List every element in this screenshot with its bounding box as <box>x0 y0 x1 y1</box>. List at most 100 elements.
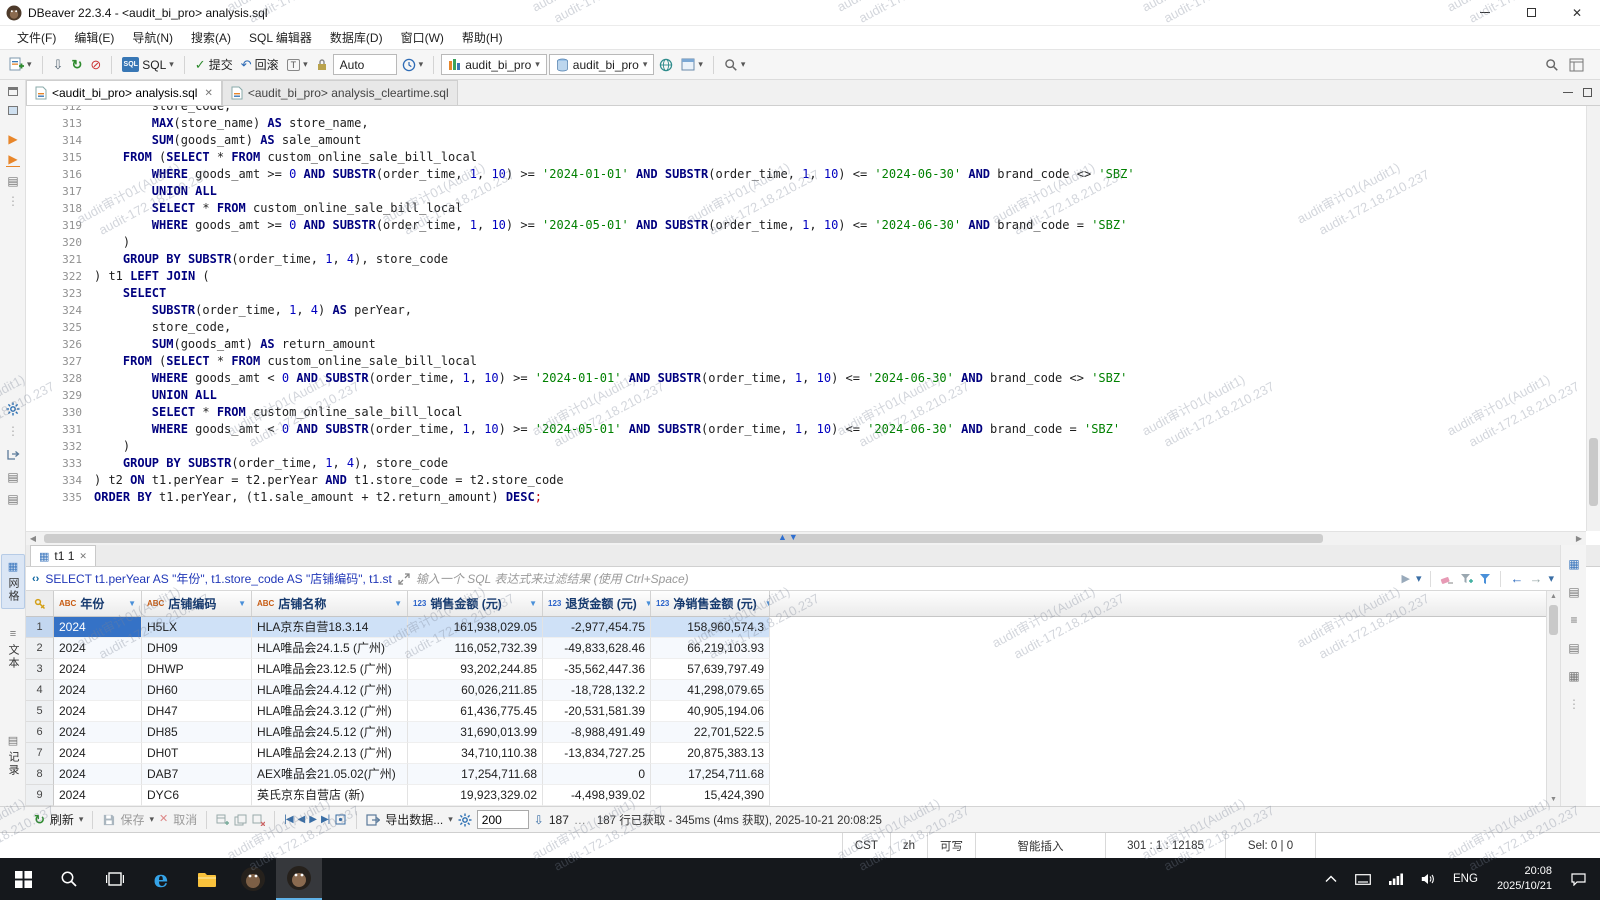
code-line[interactable]: 335 ORDER BY t1.perYear, (t1.sale_amount … <box>26 489 1586 506</box>
table-cell[interactable]: 2024 <box>54 764 142 785</box>
code-line[interactable]: 319 WHERE goods_amt >= 0 AND SUBSTR(orde… <box>26 217 1586 234</box>
table-cell[interactable]: -4,498,939.02 <box>543 785 651 806</box>
row-number[interactable]: 7 <box>26 743 54 764</box>
export-data-button[interactable]: 导出数据... <box>385 811 443 828</box>
write-mode-indicator[interactable]: 可写 <box>927 833 975 858</box>
chevron-down-icon[interactable]: ▾ <box>149 814 154 825</box>
code-line[interactable]: 323 SELECT <box>26 285 1586 302</box>
table-cell[interactable]: -13,834,727.25 <box>543 743 651 764</box>
column-dropdown-icon[interactable]: ▼ <box>761 599 769 608</box>
table-cell[interactable]: HLA唯品会24.1.5 (广州) <box>252 638 408 659</box>
action-center-button[interactable] <box>1562 858 1595 900</box>
code-line[interactable]: 333 GROUP BY SUBSTR(order_time, 1, 4), s… <box>26 455 1586 472</box>
first-row-button[interactable]: |◀ <box>284 814 293 825</box>
apply-filter-button[interactable]: ▶ <box>1401 572 1409 585</box>
code-line[interactable]: 318 SELECT * FROM custom_online_sale_bil… <box>26 200 1586 217</box>
code-line[interactable]: 320 ) <box>26 234 1586 251</box>
tray-expand-button[interactable] <box>1316 858 1346 900</box>
table-cell[interactable]: DAB7 <box>142 764 252 785</box>
transaction-mode-button[interactable]: T ▾ <box>284 57 311 73</box>
table-cell[interactable]: HLA唯品会24.5.12 (广州) <box>252 722 408 743</box>
grid-corner[interactable] <box>26 591 54 616</box>
table-cell[interactable]: 2024 <box>54 722 142 743</box>
script-doc-icon[interactable]: ▤ <box>0 470 26 484</box>
code-line[interactable]: 316 WHERE goods_amt >= 0 AND SUBSTR(orde… <box>26 166 1586 183</box>
minimize-button[interactable] <box>1462 0 1508 25</box>
start-button[interactable] <box>0 858 46 900</box>
touch-keyboard-button[interactable] <box>1346 858 1380 900</box>
table-row[interactable]: 5 2024 DH47 HLA唯品会24.3.12 (广州) 61,436,775.45… <box>26 701 1546 722</box>
table-row[interactable]: 1 2024 H5LX HLA京东自营18.3.14 161,938,029.05 -2,… <box>26 617 1546 638</box>
results-view-tab-2[interactable]: ≡ 文本 <box>1 622 25 676</box>
table-cell[interactable]: 34,710,110.38 <box>408 743 543 764</box>
dbeaver-app-button-active[interactable] <box>276 858 322 900</box>
table-row[interactable]: 9 2024 DYC6 英氏京东自营店 (新) 19,923,329.02 -4,498,… <box>26 785 1546 806</box>
table-cell[interactable]: HLA唯品会23.12.5 (广州) <box>252 659 408 680</box>
connection-combobox[interactable]: audit_bi_pro ▾ <box>441 54 547 75</box>
metadata-panel-icon[interactable]: ≡ <box>1561 613 1587 627</box>
column-dropdown-icon[interactable]: ▼ <box>234 599 246 608</box>
table-cell[interactable]: 15,424,390 <box>651 785 770 806</box>
chevron-down-icon[interactable]: ▾ <box>79 814 84 825</box>
scroll-down-icon[interactable]: ▼ <box>1547 794 1560 806</box>
sql-mode-button[interactable]: SQL SQL ▾ <box>119 55 177 74</box>
table-row[interactable]: 3 2024 DHWP HLA唯品会23.12.5 (广州) 93,202,244.85… <box>26 659 1546 680</box>
caret-position[interactable]: 301 : 1 : 12185 <box>1105 833 1225 858</box>
code-line[interactable]: 330 SELECT * FROM custom_online_sale_bil… <box>26 404 1586 421</box>
column-header-1[interactable]: ABC 年份 ▼ <box>54 591 142 616</box>
scroll-left-icon[interactable]: ◀ <box>26 534 40 543</box>
more-actions-icon[interactable]: ⋮ <box>0 194 26 208</box>
maximize-button[interactable] <box>1508 0 1554 25</box>
language-indicator[interactable]: ENG <box>1444 858 1487 900</box>
execute-statement-icon[interactable]: ▶ <box>0 132 26 146</box>
table-cell[interactable]: H5LX <box>142 617 252 638</box>
expand-filter-icon[interactable] <box>398 572 410 585</box>
column-header-4[interactable]: 123 销售金额 (元) ▼ <box>408 591 543 616</box>
minimize-editor-icon[interactable] <box>1563 92 1573 93</box>
table-cell[interactable]: -2,977,454.75 <box>543 617 651 638</box>
table-cell[interactable]: 2024 <box>54 680 142 701</box>
code-line[interactable]: 321 GROUP BY SUBSTR(order_time, 1, 4), s… <box>26 251 1586 268</box>
editor-tab-1[interactable]: <audit_bi_pro> analysis.sql ✕ <box>26 80 222 105</box>
value-panel-icon[interactable]: ▦ <box>1561 557 1587 571</box>
table-cell[interactable]: 22,701,522.5 <box>651 722 770 743</box>
task-view-button[interactable] <box>92 858 138 900</box>
insert-mode-indicator[interactable]: 智能插入 <box>975 833 1105 858</box>
code-line[interactable]: 331 WHERE goods_amt < 0 AND SUBSTR(order… <box>26 421 1586 438</box>
table-cell[interactable]: AEX唯品会21.05.02(广州) <box>252 764 408 785</box>
menu-navigate[interactable]: 导航(N) <box>123 26 182 49</box>
row-number[interactable]: 1 <box>26 617 54 638</box>
forward-button[interactable]: → <box>1529 571 1542 586</box>
menu-search[interactable]: 搜索(A) <box>182 26 240 49</box>
fetch-all-icon[interactable]: ⇩ <box>534 814 544 826</box>
row-number[interactable]: 2 <box>26 638 54 659</box>
table-cell[interactable]: 2024 <box>54 785 142 806</box>
menu-sql-editor[interactable]: SQL 编辑器 <box>240 26 321 49</box>
table-cell[interactable]: 20,875,383.13 <box>651 743 770 764</box>
stop-button[interactable]: ⊘ <box>87 56 104 73</box>
table-cell[interactable]: 31,690,013.99 <box>408 722 543 743</box>
result-settings-gear-icon[interactable] <box>458 813 472 827</box>
network-button[interactable] <box>1380 858 1412 900</box>
column-header-5[interactable]: 123退货金额 (元) ▼ <box>543 591 651 616</box>
search-button[interactable]: ▾ <box>721 56 749 74</box>
fetch-size-input[interactable] <box>476 810 529 829</box>
execute-script-icon[interactable]: ▶ <box>6 152 20 167</box>
code-line[interactable]: 325 store_code, <box>26 319 1586 336</box>
table-cell[interactable]: HLA唯品会24.3.12 (广州) <box>252 701 408 722</box>
table-cell[interactable]: -20,531,581.39 <box>543 701 651 722</box>
code-line[interactable]: 329 UNION ALL <box>26 387 1586 404</box>
taskbar-clock[interactable]: 20:08 2025/10/21 <box>1487 864 1562 894</box>
table-cell[interactable]: DH85 <box>142 722 252 743</box>
more-icon[interactable]: ⋮ <box>0 424 26 438</box>
table-cell[interactable]: 17,254,711.68 <box>408 764 543 785</box>
menu-file[interactable]: 文件(F) <box>8 26 65 49</box>
panel-more-icon[interactable]: ⋮ <box>1561 697 1587 711</box>
table-cell[interactable]: 2024 <box>54 701 142 722</box>
table-cell[interactable]: 161,938,029.05 <box>408 617 543 638</box>
menu-database[interactable]: 数据库(D) <box>321 26 392 49</box>
table-cell[interactable]: -8,988,491.49 <box>543 722 651 743</box>
results-view-tab-3[interactable]: ▤ 记录 <box>1 728 25 783</box>
code-line[interactable]: 314 SUM(goods_amt) AS sale_amount <box>26 132 1586 149</box>
sash-up-icon[interactable]: ▲ <box>778 532 787 542</box>
